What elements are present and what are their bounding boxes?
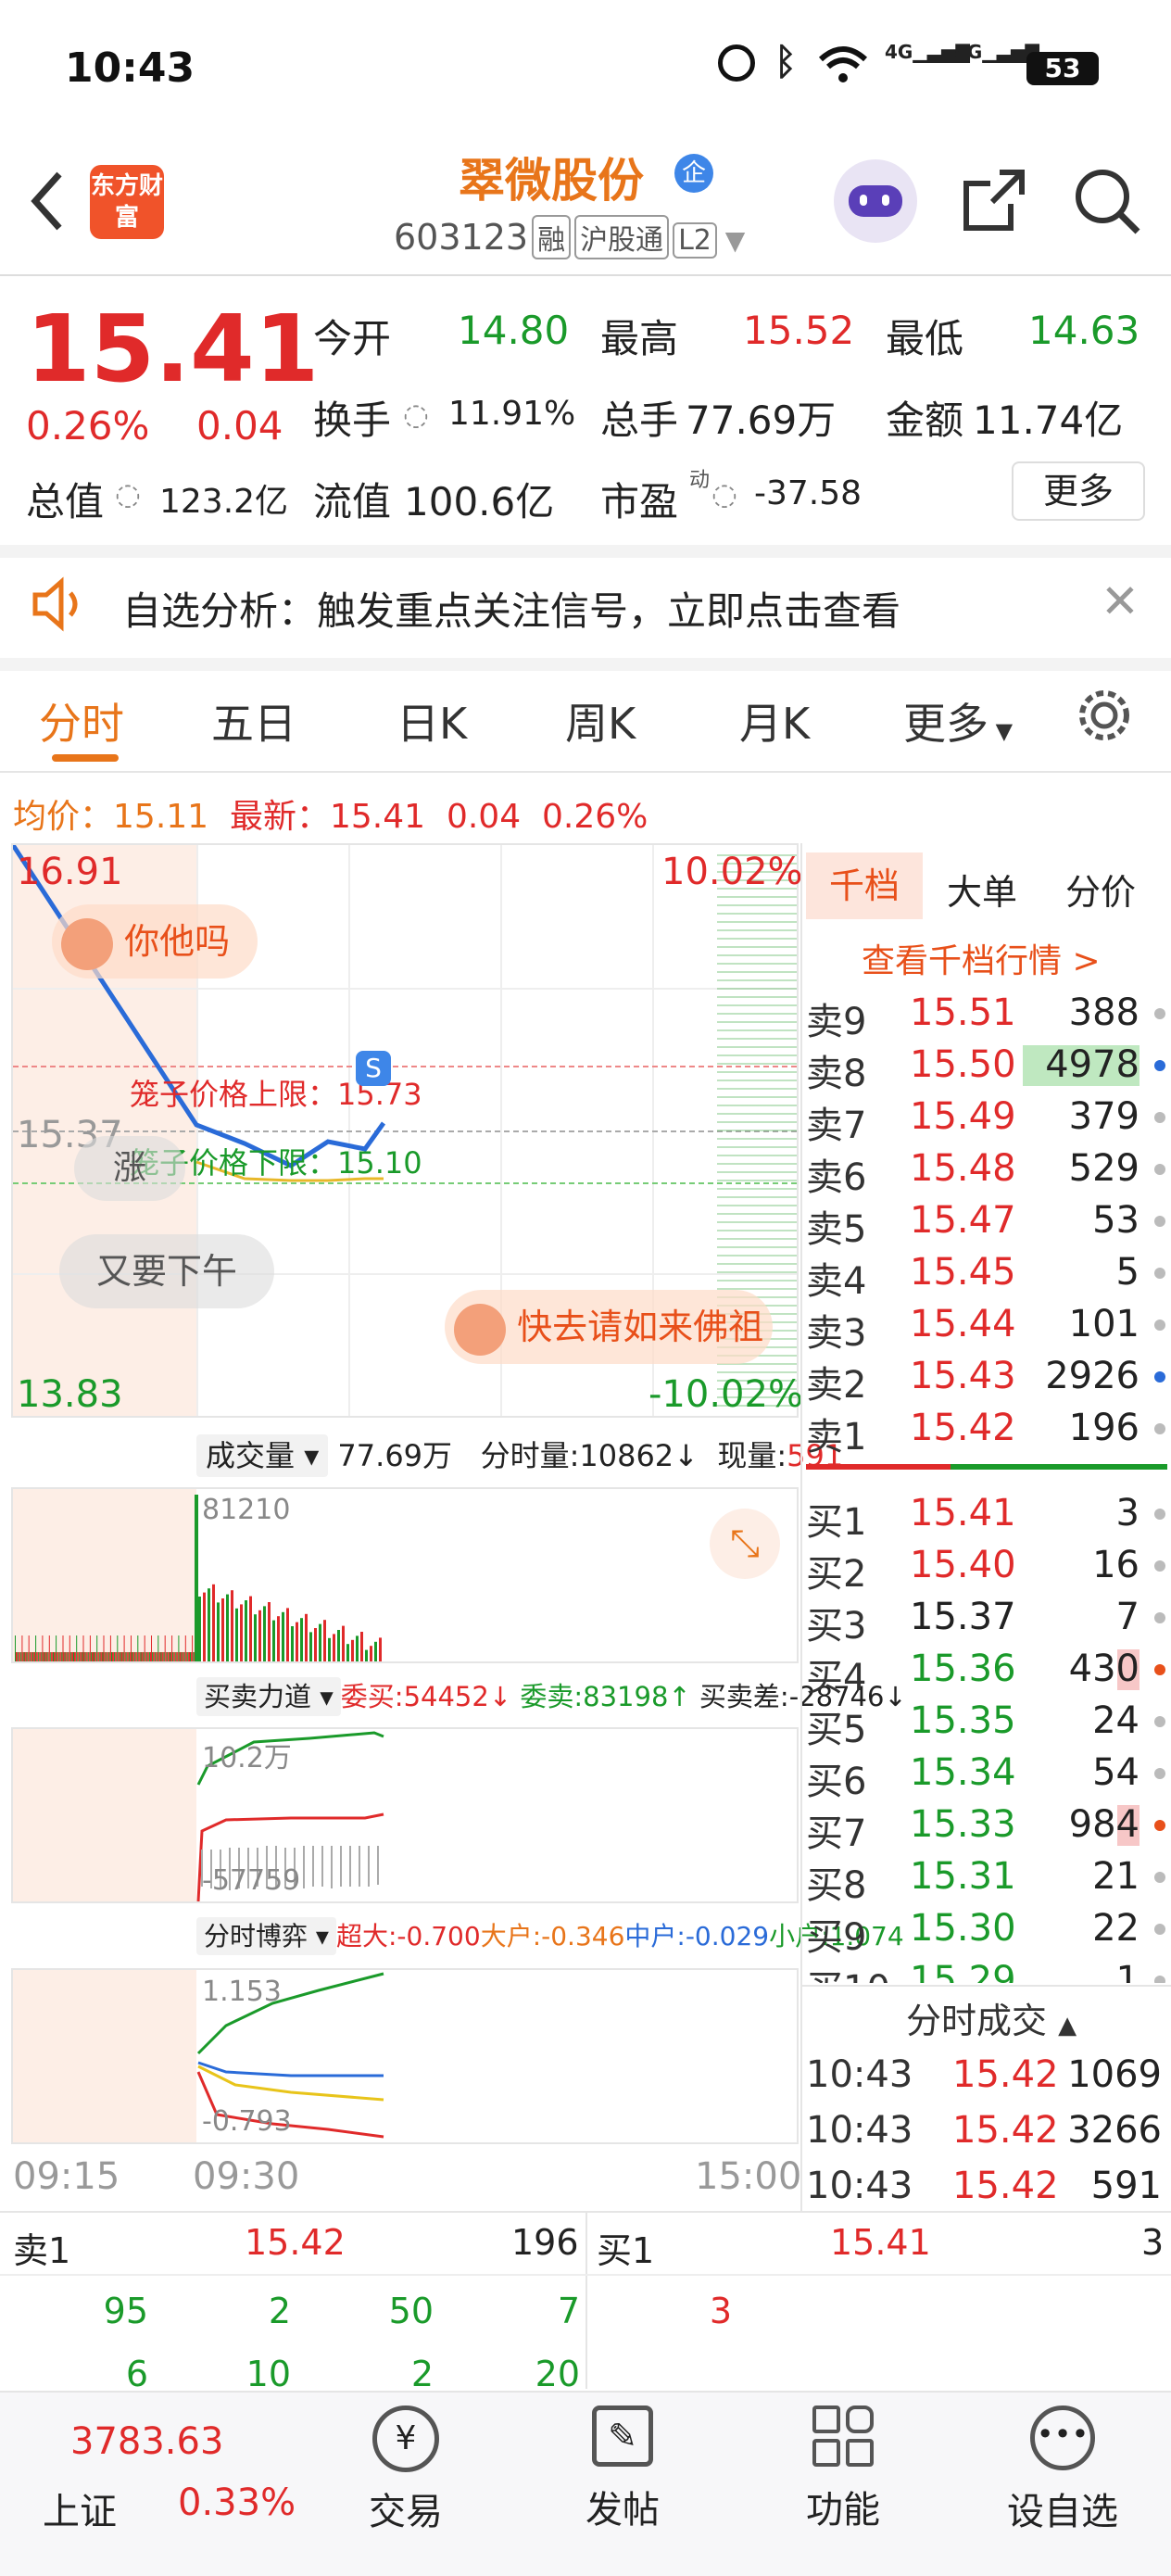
trade-price: 15.42 xyxy=(952,2053,1059,2096)
bid-volume: 984 xyxy=(1068,1803,1140,1846)
dot-icon xyxy=(1154,1612,1165,1623)
bid-price: 15.36 xyxy=(910,1648,1016,1690)
trade-row: 10:43 15.42 3266 xyxy=(806,2103,1167,2155)
bid-price: 15.40 xyxy=(910,1544,1016,1586)
bid-list: 买1 15.41 3 买2 15.40 16 买3 15.37 7 买4 15.36 430 买5 15.… xyxy=(0,0,1171,1983)
game-bot: -0.793 xyxy=(202,2105,292,2138)
queue-buy1: 买1 xyxy=(597,2230,655,2271)
index-value[interactable]: 3783.63 xyxy=(70,2420,223,2463)
bid-volume: 3 xyxy=(1115,1492,1140,1534)
trade-time: 10:43 xyxy=(806,2165,913,2207)
dot-icon xyxy=(1154,1560,1165,1572)
more-dots-icon: ••• xyxy=(1030,2406,1095,2470)
game-chart[interactable] xyxy=(11,1968,799,2144)
queue-cell: 7 xyxy=(557,2291,580,2331)
queue-cell: 50 xyxy=(388,2291,434,2331)
queue-cell: 10 xyxy=(246,2354,291,2394)
dot-icon xyxy=(1154,1768,1165,1779)
queue-cell: 2 xyxy=(268,2291,291,2331)
bid-row[interactable]: 买7 15.33 984 xyxy=(806,1798,1167,1855)
trade-row: 10:43 15.42 591 xyxy=(806,2159,1167,2211)
time-axis-close: 15:00 xyxy=(695,2155,802,2198)
chevron-up-icon: ▲ xyxy=(1058,2012,1077,2039)
trades-header[interactable]: 分时成交 ▲ xyxy=(906,1992,1077,2043)
bid-row[interactable]: 买6 15.34 54 xyxy=(806,1746,1167,1803)
bid-row[interactable]: 买4 15.36 430 xyxy=(806,1642,1167,1699)
bid-volume: 430 xyxy=(1068,1648,1140,1690)
queue-cell: 95 xyxy=(103,2291,148,2331)
trade-price: 15.42 xyxy=(952,2165,1059,2207)
queue-sell1: 卖1 xyxy=(13,2230,71,2271)
queue-cell: 3 xyxy=(709,2291,732,2331)
bid-volume: 24 xyxy=(1092,1699,1140,1742)
trade-time: 10:43 xyxy=(806,2109,913,2152)
queue-buy1-vol: 3 xyxy=(1141,2222,1165,2263)
trade-volume: 3266 xyxy=(1067,2109,1162,2152)
bid-row[interactable]: 买8 15.31 21 xyxy=(806,1850,1167,1907)
bid-price: 15.29 xyxy=(910,1959,1016,1983)
bid-row[interactable]: 买9 15.30 22 xyxy=(806,1901,1167,1959)
edit-icon: ✎ xyxy=(592,2406,653,2467)
bid-row[interactable]: 买3 15.37 7 xyxy=(806,1590,1167,1648)
bid-volume: 22 xyxy=(1092,1907,1140,1950)
queue-cell: 2 xyxy=(410,2354,434,2394)
trade-volume: 591 xyxy=(1090,2165,1162,2207)
bid-row[interactable]: 买1 15.41 3 xyxy=(806,1486,1167,1544)
bid-price: 15.34 xyxy=(910,1751,1016,1794)
time-axis-start: 09:15 xyxy=(13,2155,120,2198)
index-name[interactable]: 上证 xyxy=(43,2481,117,2535)
dot-icon xyxy=(1154,1976,1165,1983)
index-pct[interactable]: 0.33% xyxy=(178,2481,296,2524)
trade-row: 10:43 15.42 1069 xyxy=(806,2048,1167,2100)
trade-volume: 1069 xyxy=(1067,2053,1162,2096)
bid-price: 15.31 xyxy=(910,1855,1016,1898)
trade-nav[interactable]: ¥ 交易 xyxy=(359,2406,452,2535)
function-nav[interactable]: 功能 xyxy=(797,2406,889,2533)
bid-level: 买10 xyxy=(806,1959,890,1983)
dot-icon xyxy=(1154,1716,1165,1727)
trade-time: 10:43 xyxy=(806,2053,913,2096)
trade-price: 15.42 xyxy=(952,2109,1059,2152)
dot-icon xyxy=(1154,1924,1165,1935)
dot-icon xyxy=(1154,1820,1165,1831)
dot-icon xyxy=(1154,1509,1165,1520)
bid-row[interactable]: 买2 15.40 16 xyxy=(806,1538,1167,1596)
watchlist-nav[interactable]: ••• 设自选 xyxy=(1002,2406,1123,2535)
bid-volume: 7 xyxy=(1115,1596,1140,1638)
bid-volume: 16 xyxy=(1092,1544,1140,1586)
queue-cell: 6 xyxy=(125,2354,148,2394)
dot-icon xyxy=(1154,1872,1165,1883)
bid-price: 15.41 xyxy=(910,1492,1016,1534)
bid-volume: 54 xyxy=(1092,1751,1140,1794)
bid-price: 15.37 xyxy=(910,1596,1016,1638)
queue-sell1-price: 15.42 xyxy=(245,2222,346,2263)
bid-price: 15.35 xyxy=(910,1699,1016,1742)
yuan-exchange-icon: ¥ xyxy=(372,2406,439,2472)
bid-price: 15.33 xyxy=(910,1803,1016,1846)
bid-row[interactable]: 买10 15.29 1 xyxy=(806,1953,1167,1983)
grid-icon xyxy=(812,2406,874,2467)
queue-cell: 20 xyxy=(535,2354,580,2394)
queue-sell1-vol: 196 xyxy=(511,2222,579,2263)
queue-buy1-price: 15.41 xyxy=(830,2222,931,2263)
post-nav[interactable]: ✎ 发帖 xyxy=(576,2406,669,2533)
time-axis-open: 09:30 xyxy=(193,2155,300,2198)
bid-volume: 21 xyxy=(1092,1855,1140,1898)
bid-price: 15.30 xyxy=(910,1907,1016,1950)
bid-row[interactable]: 买5 15.35 24 xyxy=(806,1694,1167,1751)
dot-icon xyxy=(1154,1664,1165,1675)
bid-volume: 1 xyxy=(1115,1959,1140,1983)
